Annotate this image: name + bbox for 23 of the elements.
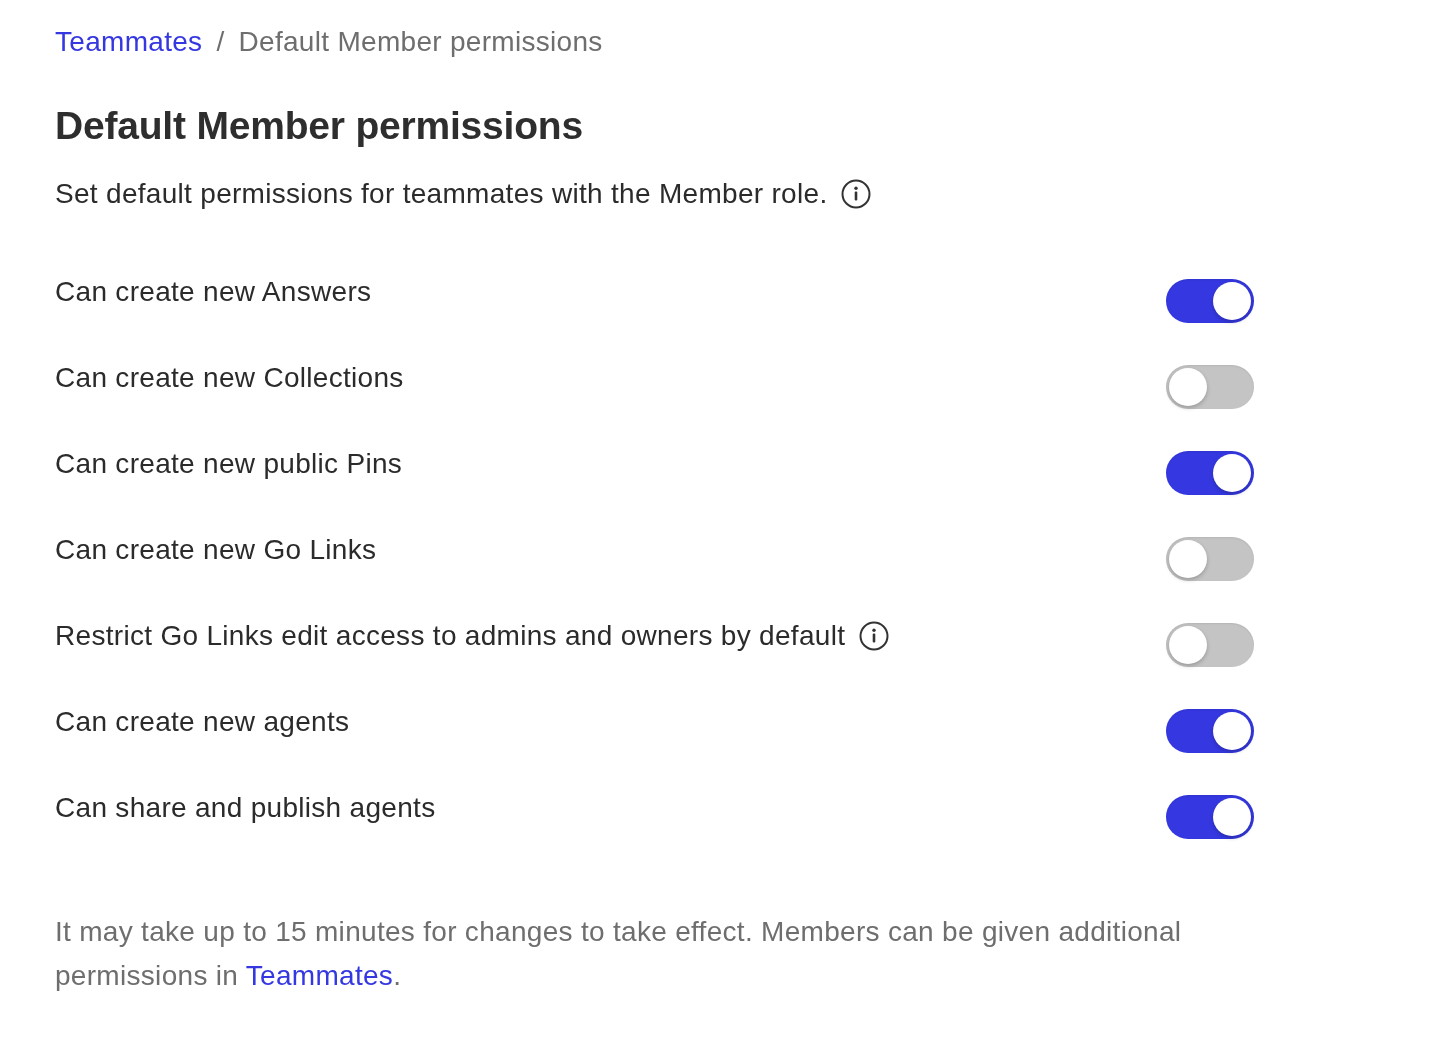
permission-label: Can create new Answers: [55, 275, 372, 309]
page-description: Set default permissions for teammates with the Member role.: [55, 177, 828, 211]
info-icon[interactable]: [841, 179, 872, 209]
toggle-switch[interactable]: [1166, 537, 1254, 581]
toggle-switch[interactable]: [1166, 623, 1254, 667]
permission-label: Can create new Collections: [55, 361, 404, 395]
permission-label: Restrict Go Links edit access to admins and owners by default: [55, 619, 846, 653]
breadcrumb-separator: /: [216, 25, 225, 59]
toggle-switch[interactable]: [1166, 365, 1254, 409]
teammates-link[interactable]: Teammates: [245, 960, 394, 991]
permission-label: Can create new public Pins: [55, 447, 403, 481]
permission-label: Can create new Go Links: [55, 533, 377, 567]
breadcrumb-link[interactable]: Teammates: [55, 24, 203, 60]
toggle-switch[interactable]: [1166, 709, 1254, 753]
footer-note: It may take up to 15 minutes for changes to take effect. Members can be given additional permissions in Teammates.: [55, 915, 1183, 993]
permission-label: Can create new agents: [55, 705, 350, 739]
toggle-switch[interactable]: [1166, 279, 1254, 323]
permission-label: Can share and publish agents: [55, 791, 436, 825]
toggle-switch[interactable]: [1166, 795, 1254, 839]
info-icon[interactable]: [859, 621, 890, 651]
page-title: Default Member permissions: [55, 103, 584, 149]
breadcrumb-current: Default Member permissions: [238, 25, 603, 59]
toggle-switch[interactable]: [1166, 451, 1254, 495]
